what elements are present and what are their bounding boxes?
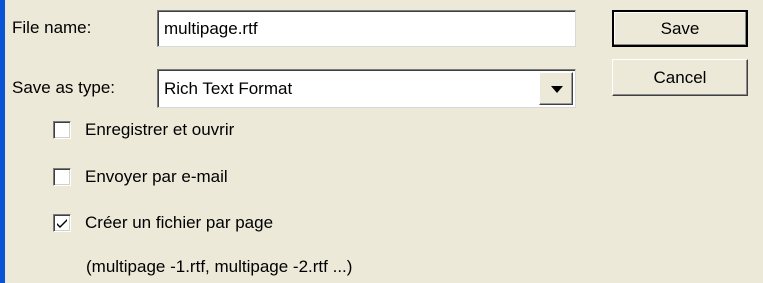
checkbox-envoyer-email[interactable] bbox=[53, 168, 71, 186]
option-label-envoyer-email: Envoyer par e-mail bbox=[85, 167, 228, 186]
file-name-value: multipage.rtf bbox=[164, 19, 258, 38]
save-as-type-label: Save as type: bbox=[12, 78, 116, 97]
save-as-type-value: Rich Text Format bbox=[164, 79, 293, 98]
checkbox-enregistrer-ouvrir[interactable] bbox=[53, 121, 71, 139]
dropdown-button[interactable] bbox=[539, 72, 573, 105]
option-label-enregistrer-ouvrir: Enregistrer et ouvrir bbox=[85, 120, 235, 139]
filename-hint: (multipage -1.rtf, multipage -2.rtf ...) bbox=[86, 257, 353, 276]
chevron-down-icon bbox=[551, 86, 563, 93]
left-accent-bar bbox=[0, 0, 5, 283]
cancel-button[interactable]: Cancel bbox=[612, 59, 748, 96]
checkbox-fichier-par-page[interactable] bbox=[53, 214, 71, 232]
file-name-label: File name: bbox=[12, 18, 92, 37]
checkmark-icon bbox=[57, 219, 67, 228]
option-label-fichier-par-page: Créer un fichier par page bbox=[85, 213, 274, 232]
save-button[interactable]: Save bbox=[612, 10, 748, 47]
file-name-field[interactable]: multipage.rtf bbox=[157, 10, 576, 47]
save-as-type-select[interactable]: Rich Text Format bbox=[157, 69, 576, 108]
